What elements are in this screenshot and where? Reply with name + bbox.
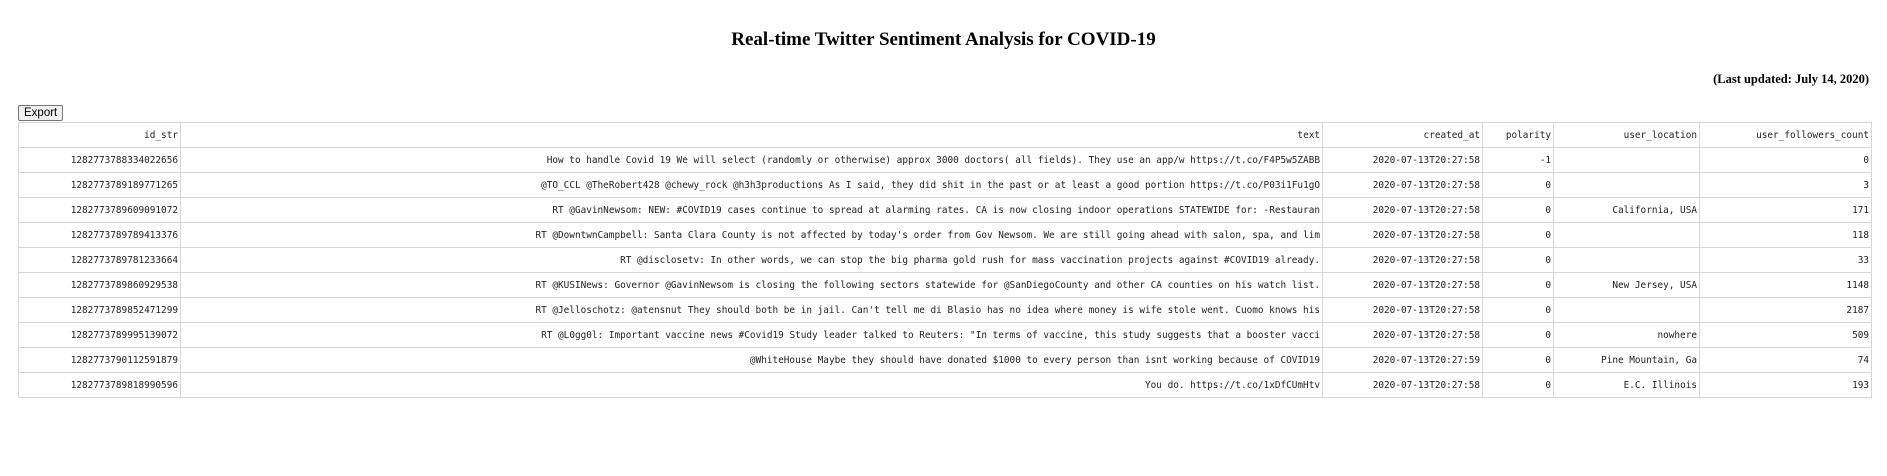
cell-polarity: 0: [1482, 172, 1554, 198]
cell-user-followers-count: 33: [1699, 247, 1872, 273]
cell-created-at: 2020-07-13T20:27:58: [1322, 272, 1483, 298]
column-header-polarity[interactable]: polarity: [1482, 122, 1554, 148]
cell-user-location: [1553, 147, 1700, 173]
table-row: 1282773789789413376 RT @DowntwnCampbell:…: [18, 222, 1872, 248]
cell-created-at: 2020-07-13T20:27:58: [1322, 247, 1483, 273]
cell-user-location: Pine Mountain, Ga: [1553, 347, 1700, 373]
cell-user-location: [1553, 247, 1700, 273]
cell-id-str: 1282773790112591879: [18, 347, 181, 373]
cell-user-followers-count: 74: [1699, 347, 1872, 373]
cell-text: RT @DowntwnCampbell: Santa Clara County …: [180, 222, 1323, 248]
cell-text: You do. https://t.co/1xDfCUmHtv: [180, 372, 1323, 398]
page-title: Real-time Twitter Sentiment Analysis for…: [731, 29, 1156, 50]
cell-user-location: [1553, 297, 1700, 323]
cell-user-followers-count: 2187: [1699, 297, 1872, 323]
column-header-user-followers-count[interactable]: user_followers_count: [1699, 122, 1872, 148]
cell-id-str: 1282773789789413376: [18, 222, 181, 248]
cell-polarity: 0: [1482, 297, 1554, 323]
cell-text: RT @GavinNewsom: NEW: #COVID19 cases con…: [180, 197, 1323, 223]
cell-polarity: 0: [1482, 272, 1554, 298]
cell-user-followers-count: 171: [1699, 197, 1872, 223]
table-row: 1282773789781233664 RT @disclosetv: In o…: [18, 247, 1872, 273]
cell-user-location: New Jersey, USA: [1553, 272, 1700, 298]
cell-id-str: 1282773788334022656: [18, 147, 181, 173]
table-row: 1282773789995139072 RT @L0gg0l: Importan…: [18, 322, 1872, 348]
cell-text: @TO_CCL @TheRobert428 @chewy_rock @h3h3p…: [180, 172, 1323, 198]
table-row: 1282773788334022656 How to handle Covid …: [18, 147, 1872, 173]
cell-id-str: 1282773789818990596: [18, 372, 181, 398]
cell-polarity: 0: [1482, 247, 1554, 273]
cell-text: RT @KUSINews: Governor @GavinNewsom is c…: [180, 272, 1323, 298]
table-row: 1282773789609091072 RT @GavinNewsom: NEW…: [18, 197, 1872, 223]
cell-user-followers-count: 118: [1699, 222, 1872, 248]
cell-id-str: 1282773789860929538: [18, 272, 181, 298]
cell-user-followers-count: 1148: [1699, 272, 1872, 298]
table-row: 1282773789852471299 RT @Jelloschotz: @at…: [18, 297, 1872, 323]
cell-user-location: California, USA: [1553, 197, 1700, 223]
export-button[interactable]: Export: [18, 105, 64, 121]
cell-polarity: -1: [1482, 147, 1554, 173]
cell-polarity: 0: [1482, 372, 1554, 398]
cell-user-location: nowhere: [1553, 322, 1700, 348]
column-header-user-location[interactable]: user_location: [1553, 122, 1700, 148]
cell-id-str: 1282773789189771265: [18, 172, 181, 198]
table-header-row: id_str text created_at polarity user_loc…: [18, 122, 1872, 148]
cell-user-followers-count: 0: [1699, 147, 1872, 173]
cell-polarity: 0: [1482, 222, 1554, 248]
cell-text: RT @L0gg0l: Important vaccine news #Covi…: [180, 322, 1323, 348]
cell-user-location: E.C. Illinois: [1553, 372, 1700, 398]
last-updated-label: (Last updated: July 14, 2020): [1713, 72, 1869, 86]
table-row: 1282773789860929538 RT @KUSINews: Govern…: [18, 272, 1872, 298]
cell-user-location: [1553, 222, 1700, 248]
cell-polarity: 0: [1482, 322, 1554, 348]
cell-created-at: 2020-07-13T20:27:59: [1322, 347, 1483, 373]
cell-text: @WhiteHouse Maybe they should have donat…: [180, 347, 1323, 373]
cell-id-str: 1282773789852471299: [18, 297, 181, 323]
table-row: 1282773789818990596 You do. https://t.co…: [18, 372, 1872, 398]
cell-text: RT @Jelloschotz: @atensnut They should b…: [180, 297, 1323, 323]
table-row: 1282773789189771265 @TO_CCL @TheRobert42…: [18, 172, 1872, 198]
cell-created-at: 2020-07-13T20:27:58: [1322, 297, 1483, 323]
cell-created-at: 2020-07-13T20:27:58: [1322, 372, 1483, 398]
cell-user-followers-count: 3: [1699, 172, 1872, 198]
cell-user-location: [1553, 172, 1700, 198]
column-header-text[interactable]: text: [180, 122, 1323, 148]
cell-user-followers-count: 509: [1699, 322, 1872, 348]
cell-user-followers-count: 193: [1699, 372, 1872, 398]
cell-id-str: 1282773789609091072: [18, 197, 181, 223]
cell-created-at: 2020-07-13T20:27:58: [1322, 147, 1483, 173]
cell-id-str: 1282773789781233664: [18, 247, 181, 273]
column-header-id-str[interactable]: id_str: [18, 122, 181, 148]
tweets-table: id_str text created_at polarity user_loc…: [18, 122, 1872, 398]
cell-created-at: 2020-07-13T20:27:58: [1322, 222, 1483, 248]
cell-polarity: 0: [1482, 347, 1554, 373]
cell-text: How to handle Covid 19 We will select (r…: [180, 147, 1323, 173]
column-header-created-at[interactable]: created_at: [1322, 122, 1483, 148]
table-row: 1282773790112591879 @WhiteHouse Maybe th…: [18, 347, 1872, 373]
cell-id-str: 1282773789995139072: [18, 322, 181, 348]
cell-created-at: 2020-07-13T20:27:58: [1322, 172, 1483, 198]
cell-polarity: 0: [1482, 197, 1554, 223]
cell-created-at: 2020-07-13T20:27:58: [1322, 322, 1483, 348]
cell-created-at: 2020-07-13T20:27:58: [1322, 197, 1483, 223]
cell-text: RT @disclosetv: In other words, we can s…: [180, 247, 1323, 273]
